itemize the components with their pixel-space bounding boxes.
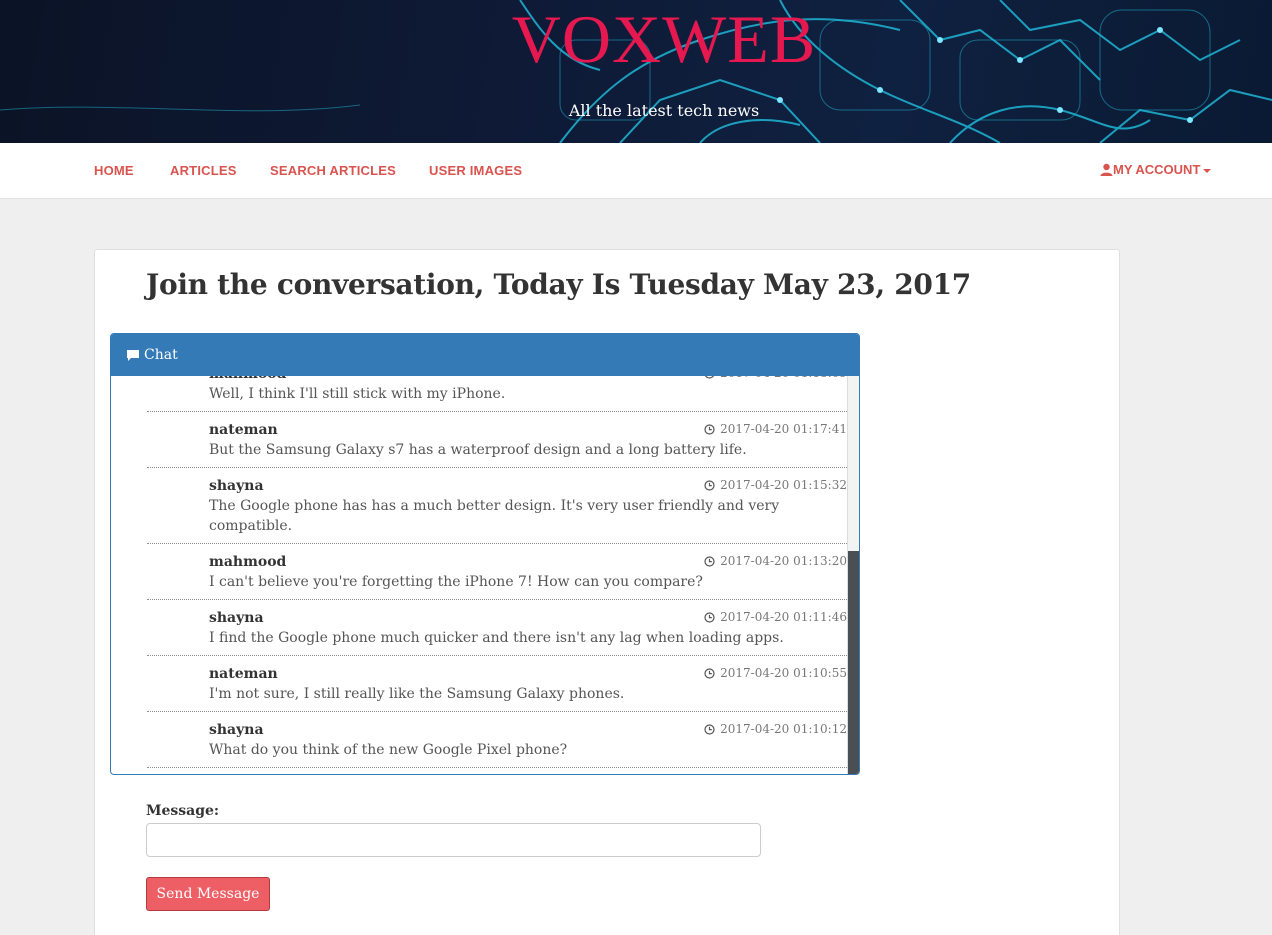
clock-icon <box>704 555 715 567</box>
chat-message-time-value: 2017-04-20 01:15:32 <box>720 478 847 492</box>
clock-icon <box>704 423 715 435</box>
site-header-banner: VOXWEB All the latest tech news <box>0 0 1272 143</box>
chat-message-text: The Google phone has has a much better d… <box>209 498 780 534</box>
clock-icon <box>704 479 715 491</box>
clock-icon <box>704 723 715 735</box>
comment-icon <box>126 349 140 362</box>
my-account-label: MY ACCOUNT <box>1113 162 1201 177</box>
chat-message-time-value: 2017-04-20 01:17:41 <box>720 422 847 436</box>
chat-message: mahmood I can't believe you're forgetting… <box>147 544 847 600</box>
chat-scrollbar-thumb[interactable] <box>848 551 859 774</box>
chat-message: shayna I find the Google phone much quick… <box>147 600 847 656</box>
chat-message-text: What do you think of the new Google Pixe… <box>209 742 568 758</box>
clock-icon <box>704 376 715 379</box>
chat-message: nateman But the Samsung Galaxy s7 has a w… <box>147 412 847 468</box>
chat-message: shayna What do you think of the new Googl… <box>147 712 847 768</box>
nav-user-images-link[interactable]: USER IMAGES <box>429 163 522 178</box>
chat-scrollbar[interactable] <box>847 376 859 774</box>
chat-message-text: I'm not sure, I still really like the Sa… <box>209 686 625 702</box>
chat-messages-area[interactable]: mahmoodWell, I think I'll still stick wi… <box>111 376 847 774</box>
chat-message: shayna The Google phone has has a much be… <box>147 468 847 544</box>
clock-icon <box>704 611 715 623</box>
chat-message-text: I find the Google phone much quicker and… <box>209 630 784 646</box>
chat-message-timestamp: 2017-04-20 01:13:20 <box>704 554 847 568</box>
chat-message-time-value: 2017-04-20 01:13:20 <box>720 554 847 568</box>
chevron-down-icon <box>1203 168 1212 173</box>
user-icon <box>1100 163 1113 176</box>
chat-panel: Chat mahmoodWell, I think I'll still sti… <box>110 333 860 775</box>
chat-message-time-value: 2017-04-20 01:18:09 <box>720 376 847 380</box>
chat-panel-header: Chat <box>111 334 859 376</box>
chat-message-timestamp: 2017-04-20 01:11:46 <box>704 610 847 624</box>
chat-panel-title: Chat <box>144 347 178 363</box>
nav-home-link[interactable]: HOME <box>94 163 134 178</box>
chat-message-list: mahmoodWell, I think I'll still stick wi… <box>111 376 847 768</box>
chat-message-time-value: 2017-04-20 01:10:12 <box>720 722 847 736</box>
clock-icon <box>704 667 715 679</box>
send-message-button[interactable]: Send Message <box>146 877 270 911</box>
chat-message-timestamp: 2017-04-20 01:15:32 <box>704 478 847 492</box>
message-input[interactable] <box>146 823 761 857</box>
nav-articles-link[interactable]: ARTICLES <box>170 163 237 178</box>
chat-message-text: I can't believe you're forgetting the iP… <box>209 574 703 590</box>
chat-message: mahmoodWell, I think I'll still stick wi… <box>147 376 847 412</box>
my-account-dropdown[interactable]: MY ACCOUNT <box>1100 162 1212 177</box>
chat-message-timestamp: 2017-04-20 01:17:41 <box>704 422 847 436</box>
chat-message-timestamp: 2017-04-20 01:18:09 <box>704 376 847 380</box>
nav-search-articles-link[interactable]: SEARCH ARTICLES <box>270 163 396 178</box>
page-title: Join the conversation, Today Is Tuesday … <box>146 268 971 301</box>
chat-message-timestamp: 2017-04-20 01:10:55 <box>704 666 847 680</box>
site-tagline: All the latest tech news <box>568 101 760 120</box>
chat-message-time-value: 2017-04-20 01:10:55 <box>720 666 847 680</box>
message-label: Message: <box>146 803 220 819</box>
site-logo[interactable]: VOXWEB <box>0 2 1272 76</box>
chat-message-time-value: 2017-04-20 01:11:46 <box>720 610 847 624</box>
main-navbar: HOME ARTICLES SEARCH ARTICLES USER IMAGE… <box>0 143 1272 199</box>
chat-message-timestamp: 2017-04-20 01:10:12 <box>704 722 847 736</box>
chat-message-text: But the Samsung Galaxy s7 has a waterpro… <box>209 442 747 458</box>
chat-message: nateman I'm not sure, I still really like… <box>147 656 847 712</box>
chat-message-text: Well, I think I'll still stick with my i… <box>209 386 506 402</box>
